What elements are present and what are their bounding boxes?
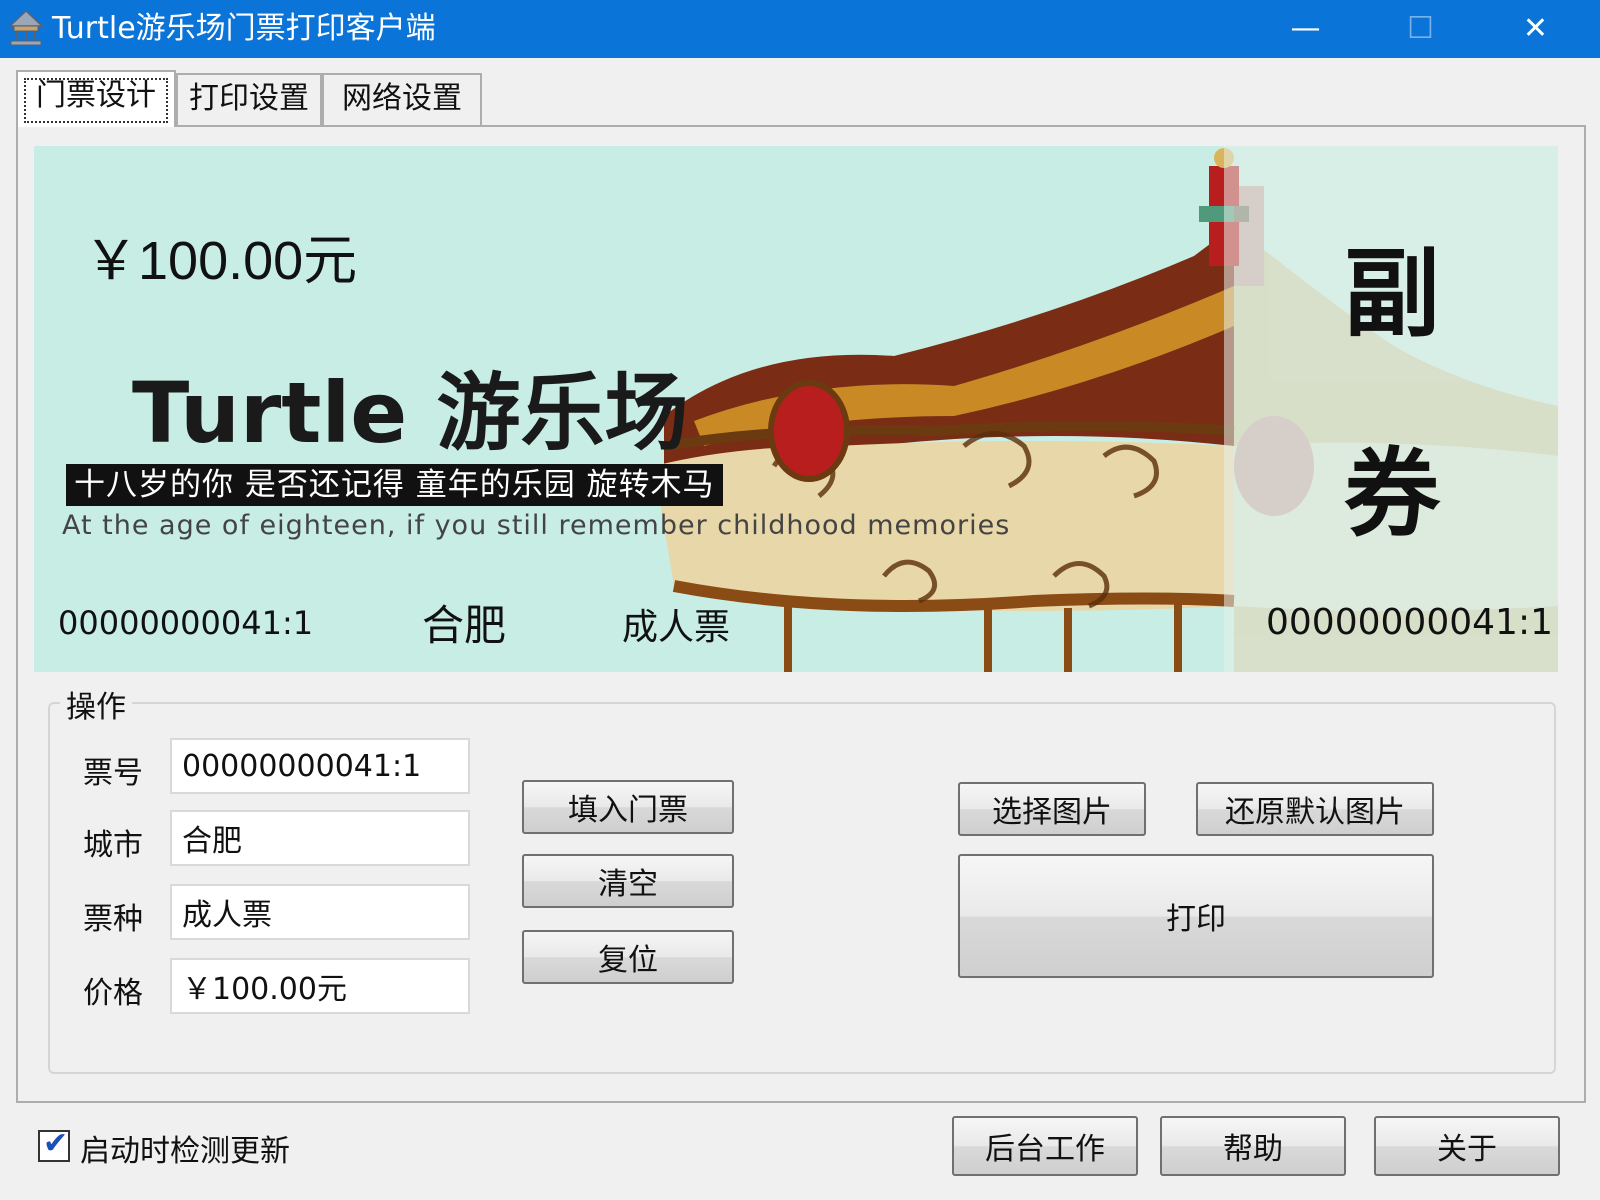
background-work-button[interactable]: 后台工作 (952, 1116, 1138, 1176)
ticket-price: ￥100.00元 (84, 231, 358, 291)
checkmark-icon: ✔ (43, 1126, 69, 1161)
title-bar[interactable]: Turtle游乐场门票打印客户端 — ☐ ✕ (0, 0, 1600, 58)
ticket-slogan-cn: 十八岁的你 是否还记得 童年的乐园 旋转木马 (66, 464, 723, 506)
window-title: Turtle游乐场门票打印客户端 (52, 11, 436, 46)
tab-label: 网络设置 (342, 81, 462, 116)
help-button[interactable]: 帮助 (1160, 1116, 1346, 1176)
operations-group-title: 操作 (60, 682, 132, 726)
ticket-city: 合肥 (422, 601, 507, 650)
check-update-label[interactable]: 启动时检测更新 (80, 1126, 290, 1170)
ticket-no-input[interactable] (170, 738, 470, 794)
city-input[interactable] (170, 810, 470, 866)
tab-print-settings[interactable]: 打印设置 (176, 73, 322, 125)
ticket-number: 00000000041:1 (58, 604, 314, 642)
clear-button[interactable]: 清空 (522, 854, 734, 908)
maximize-button[interactable]: ☐ (1363, 0, 1478, 58)
ticket-type: 成人票 (622, 607, 731, 648)
stub-char-quan: 券 (1344, 438, 1440, 550)
check-update-checkbox[interactable]: ✔ (38, 1126, 70, 1162)
about-button[interactable]: 关于 (1374, 1116, 1560, 1176)
tab-ticket-design[interactable]: 门票设计 (16, 70, 176, 127)
minimize-button[interactable]: — (1248, 0, 1363, 58)
city-label: 城市 (83, 828, 143, 863)
tab-label: 打印设置 (189, 81, 309, 116)
price-label: 价格 (83, 976, 143, 1011)
app-carousel-icon (8, 9, 44, 46)
ticket-slogan-en: At the age of eighteen, if you still rem… (62, 510, 1011, 541)
price-input[interactable] (170, 958, 470, 1014)
ticket-preview: ￥100.00元 Turtle 游乐场 十八岁的你 是否还记得 童年的乐园 旋转… (34, 146, 1558, 672)
reset-button[interactable]: 复位 (522, 930, 734, 984)
fill-ticket-button[interactable]: 填入门票 (522, 780, 734, 834)
stub-char-fu: 副 (1344, 238, 1440, 350)
restore-default-image-button[interactable]: 还原默认图片 (1196, 782, 1434, 836)
select-image-button[interactable]: 选择图片 (958, 782, 1146, 836)
ticket-type-label: 票种 (83, 902, 143, 937)
ticket-title: Turtle 游乐场 (132, 364, 689, 462)
close-button[interactable]: ✕ (1478, 0, 1593, 58)
focus-rect (24, 78, 168, 123)
ticket-no-label: 票号 (83, 756, 143, 791)
print-button[interactable]: 打印 (958, 854, 1434, 978)
ticket-type-input[interactable] (170, 884, 470, 940)
stub-number: 00000000041:1 (1266, 602, 1553, 643)
tab-network-settings[interactable]: 网络设置 (322, 73, 482, 125)
